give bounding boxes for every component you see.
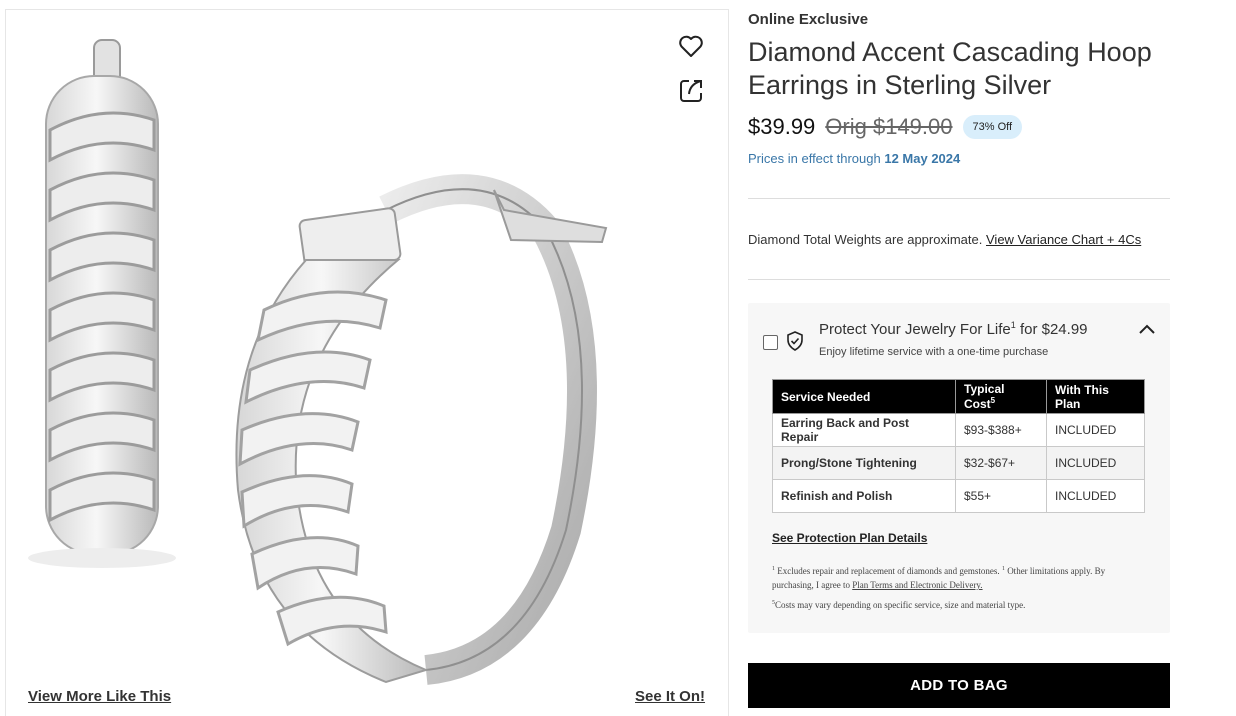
protection-plan-checkbox[interactable]: [763, 335, 778, 350]
product-image[interactable]: [6, 10, 728, 700]
footnote-text: Excludes repair and replacement of diamo…: [775, 566, 1002, 576]
table-header-row: Service Needed Typical Cost5 With This P…: [772, 379, 1145, 414]
table-row: Prong/Stone Tightening $32-$67+ INCLUDED: [772, 446, 1145, 480]
service-cell: Prong/Stone Tightening: [772, 446, 956, 480]
table-row: Earring Back and Post Repair $93-$388+ I…: [772, 413, 1145, 447]
original-price: Orig $149.00: [825, 114, 953, 139]
cost-cell: $93-$388+: [955, 413, 1047, 447]
price-effect-note: Prices in effect through 12 May 2024: [748, 151, 960, 166]
protection-title-text: Protect Your Jewelry For Life: [819, 321, 1011, 338]
protection-title-price: for $24.99: [1015, 321, 1088, 338]
column-header-cost: Typical Cost5: [955, 379, 1047, 414]
chevron-up-icon[interactable]: [1138, 322, 1156, 336]
weights-note-text: Diamond Total Weights are approximate.: [748, 232, 983, 247]
divider: [748, 279, 1170, 280]
plan-terms-link[interactable]: Plan Terms and Electronic Delivery.: [852, 580, 982, 590]
cost-cell: $55+: [955, 479, 1047, 513]
protection-footnote-1: 1 Excludes repair and replacement of dia…: [772, 562, 1142, 592]
protection-plan-subtitle: Enjoy lifetime service with a one-time p…: [819, 346, 1049, 358]
protection-plan-title: Protect Your Jewelry For Life1 for $24.9…: [819, 320, 1088, 338]
diamond-weights-note: Diamond Total Weights are approximate. V…: [748, 232, 1141, 247]
cost-header-sup: 5: [990, 396, 996, 405]
plan-cell: INCLUDED: [1046, 479, 1145, 513]
price-row: $39.99 Orig $149.00 73% Off: [748, 114, 1023, 140]
product-image-gallery: View More Like This See It On!: [5, 9, 729, 716]
cost-header-text: Typical Cost: [964, 382, 1005, 411]
shield-check-icon: [787, 331, 803, 351]
add-to-bag-button[interactable]: ADD TO BAG: [748, 663, 1170, 708]
service-cell: Refinish and Polish: [772, 479, 956, 513]
heart-icon[interactable]: [676, 31, 706, 61]
plan-cell: INCLUDED: [1046, 446, 1145, 480]
protection-plan-box: Protect Your Jewelry For Life1 for $24.9…: [748, 303, 1170, 633]
service-cell: Earring Back and Post Repair: [772, 413, 956, 447]
plan-cell: INCLUDED: [1046, 413, 1145, 447]
protection-footnote-5: 5Costs may vary depending on specific se…: [772, 596, 1142, 612]
share-icon[interactable]: [676, 76, 706, 106]
cost-cell: $32-$67+: [955, 446, 1047, 480]
price-effect-prefix: Prices in effect through: [748, 151, 881, 166]
protection-plan-table: Service Needed Typical Cost5 With This P…: [772, 379, 1145, 513]
column-header-service: Service Needed: [772, 379, 956, 414]
view-more-like-this-link[interactable]: View More Like This: [28, 688, 171, 705]
protection-plan-details-link[interactable]: See Protection Plan Details: [772, 531, 927, 545]
column-header-plan: With This Plan: [1046, 379, 1145, 414]
footnote-text: Costs may vary depending on specific ser…: [775, 600, 1026, 610]
current-price: $39.99: [748, 114, 816, 139]
online-exclusive-label: Online Exclusive: [748, 11, 869, 28]
discount-badge: 73% Off: [962, 115, 1023, 139]
divider: [748, 198, 1170, 199]
variance-chart-link[interactable]: View Variance Chart + 4Cs: [986, 232, 1141, 247]
see-it-on-link[interactable]: See It On!: [635, 688, 705, 705]
product-title: Diamond Accent Cascading Hoop Earrings i…: [748, 37, 1152, 100]
table-row: Refinish and Polish $55+ INCLUDED: [772, 479, 1145, 513]
price-effect-date: 12 May 2024: [884, 151, 961, 166]
